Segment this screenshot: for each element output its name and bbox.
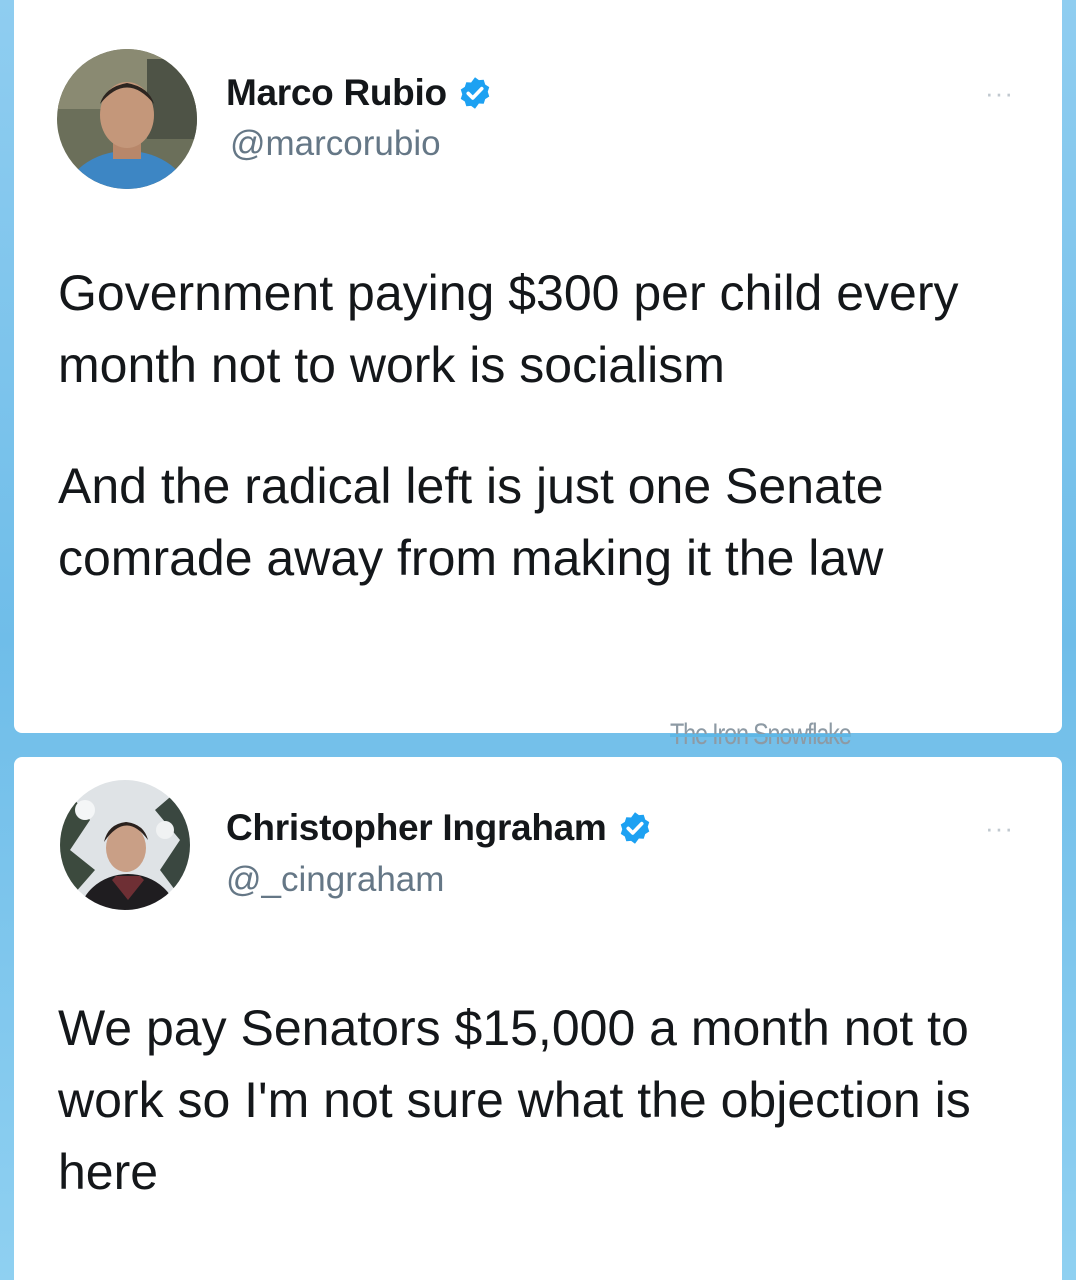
more-options-icon[interactable]: ··· bbox=[985, 813, 1014, 844]
verified-badge-icon bbox=[617, 810, 653, 846]
avatar[interactable] bbox=[57, 49, 197, 189]
author-name-row: Christopher Ingraham bbox=[226, 807, 653, 849]
handle[interactable]: @_cingraham bbox=[226, 860, 444, 900]
verified-badge-icon bbox=[457, 75, 493, 111]
author-name-row: Marco Rubio bbox=[226, 72, 493, 114]
display-name[interactable]: Marco Rubio bbox=[226, 72, 447, 114]
more-options-icon[interactable]: ··· bbox=[985, 78, 1014, 109]
tweet-text-paragraph: Government paying $300 per child every m… bbox=[58, 265, 959, 393]
tweet-text-paragraph: And the radical left is just one Senate … bbox=[58, 458, 884, 586]
handle[interactable]: @marcorubio bbox=[230, 124, 441, 164]
watermark-text: The Iron Snowflake bbox=[670, 718, 852, 751]
tweet-card-rubio: Marco Rubio @marcorubio ··· Government p… bbox=[14, 0, 1062, 733]
tweet-card-ingraham: Christopher Ingraham @_cingraham ··· We … bbox=[14, 757, 1062, 1280]
tweet-text-paragraph: We pay Senators $15,000 a month not to w… bbox=[58, 1000, 971, 1200]
avatar[interactable] bbox=[60, 780, 190, 910]
display-name[interactable]: Christopher Ingraham bbox=[226, 807, 607, 849]
